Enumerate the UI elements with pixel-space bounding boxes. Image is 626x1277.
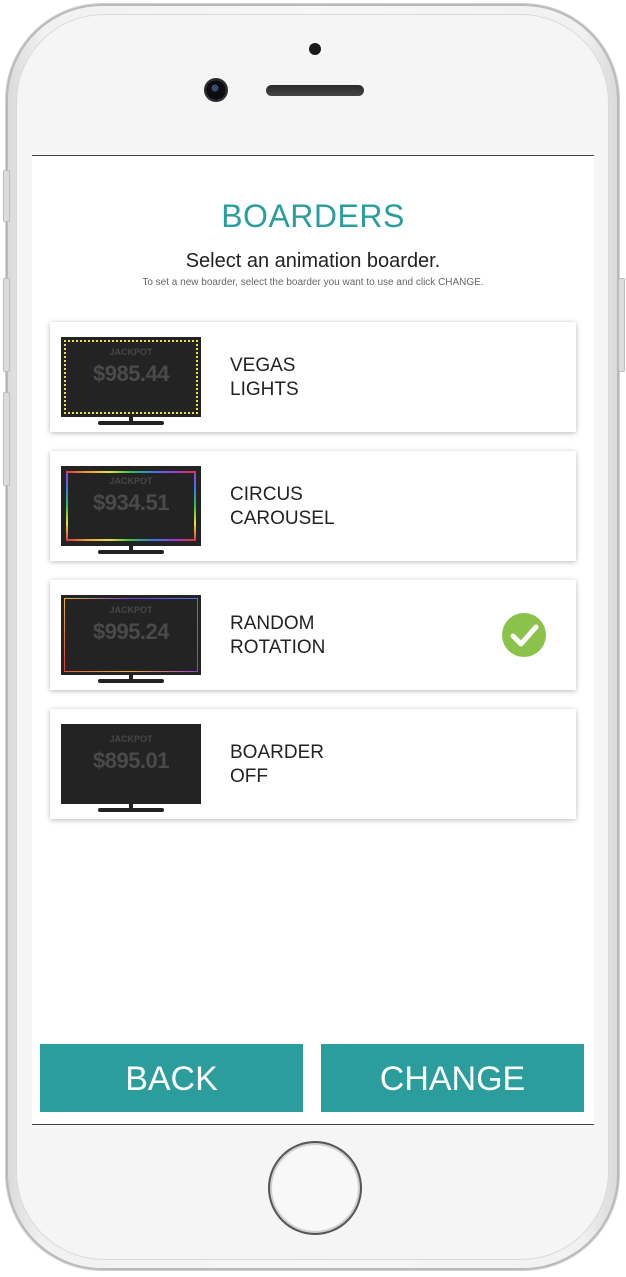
power-button <box>618 278 625 372</box>
preview-jackpot-label: JACKPOT <box>109 347 153 357</box>
option-label-line2: LIGHTS <box>230 379 299 400</box>
check-circle-icon <box>502 613 546 657</box>
page-hint: To set a new boarder, select the boarder… <box>142 277 484 288</box>
boarder-option-circus-carousel[interactable]: JACKPOT $934.51 CIRCUS CAROUSEL <box>50 451 576 561</box>
tv-stand-base <box>98 679 164 683</box>
boarder-option-random-rotation[interactable]: JACKPOT $995.24 RANDOM ROTATION <box>50 580 576 690</box>
tv-stand-base <box>98 808 164 812</box>
earpiece-speaker <box>266 85 364 96</box>
option-label: RANDOM ROTATION <box>230 612 325 660</box>
preview-jackpot-label: JACKPOT <box>109 734 153 744</box>
mute-switch <box>3 170 10 222</box>
preview-jackpot-amount: $934.51 <box>92 490 170 515</box>
boarder-option-vegas-lights[interactable]: JACKPOT $985.44 VEGAS LIGHTS <box>50 322 576 432</box>
volume-down-button <box>3 392 10 486</box>
option-label: VEGAS LIGHTS <box>230 354 299 402</box>
tv-preview: JACKPOT $995.24 <box>61 595 201 683</box>
preview-jackpot-label: JACKPOT <box>109 476 153 486</box>
tv-preview: JACKPOT $934.51 <box>61 466 201 554</box>
option-label-line2: OFF <box>230 766 268 787</box>
change-button[interactable]: CHANGE <box>321 1044 584 1112</box>
option-label-line2: ROTATION <box>230 637 326 658</box>
preview-jackpot-label: JACKPOT <box>109 605 153 615</box>
option-label-line1: BOARDER <box>230 742 324 763</box>
boarder-option-boarder-off[interactable]: JACKPOT $895.01 BOARDER OFF <box>50 709 576 819</box>
home-button[interactable] <box>268 1141 362 1235</box>
app-screen: BOARDERS Select an animation boarder. To… <box>32 155 594 1125</box>
tv-preview: JACKPOT $895.01 <box>61 724 201 812</box>
option-label: CIRCUS CAROUSEL <box>230 483 335 531</box>
preview-jackpot-amount: $995.24 <box>92 619 170 644</box>
preview-jackpot-amount: $895.01 <box>92 748 170 773</box>
option-label: BOARDER OFF <box>230 741 324 789</box>
option-label-line1: VEGAS <box>230 355 296 376</box>
tv-stand-base <box>98 550 164 554</box>
option-label-line1: CIRCUS <box>230 484 303 505</box>
front-camera-icon <box>206 80 226 100</box>
page-title: BOARDERS <box>221 198 405 234</box>
tv-preview: JACKPOT $985.44 <box>61 337 201 425</box>
proximity-sensor <box>309 43 321 55</box>
page-subtitle: Select an animation boarder. <box>185 250 441 272</box>
back-button[interactable]: BACK <box>40 1044 303 1112</box>
preview-jackpot-amount: $985.44 <box>92 361 170 386</box>
volume-up-button <box>3 278 10 372</box>
tv-stand-base <box>98 421 164 425</box>
option-label-line1: RANDOM <box>230 613 315 634</box>
option-label-line2: CAROUSEL <box>230 508 335 529</box>
